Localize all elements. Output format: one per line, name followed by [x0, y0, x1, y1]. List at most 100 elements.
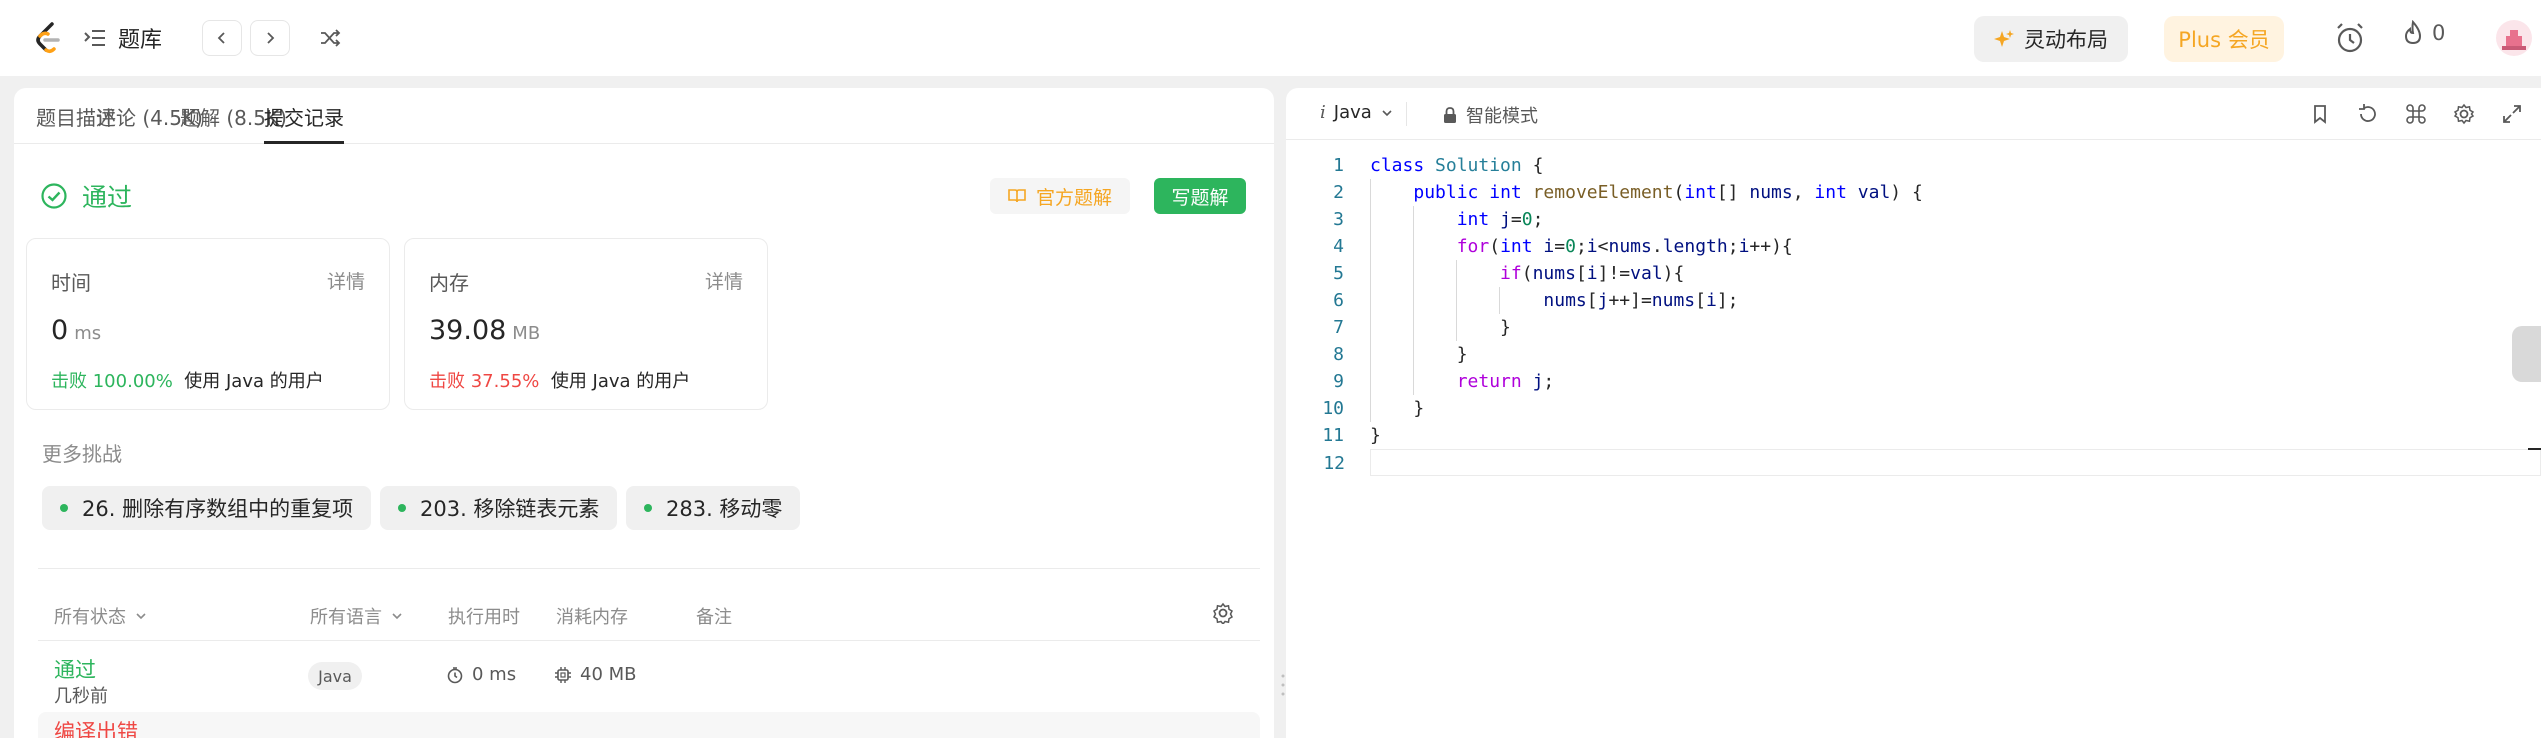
memory-beat-pct: 37.55%: [470, 371, 540, 392]
random-problem-button[interactable]: [314, 22, 346, 54]
code-line: 10 }: [1286, 395, 2541, 422]
fire-icon: [2402, 20, 2424, 46]
submission-runtime: 0 ms: [446, 664, 516, 685]
official-solution-label: 官方题解: [1035, 186, 1112, 209]
language-select[interactable]: i Java: [1320, 102, 1394, 123]
chevron-left-icon: [214, 30, 230, 46]
shuffle-icon: [318, 26, 342, 50]
reset-icon[interactable]: [2356, 102, 2380, 126]
challenge-chip[interactable]: 203. 移除链表元素: [380, 486, 618, 530]
chip-icon: [554, 666, 572, 684]
scrollbar-marker: [2528, 448, 2541, 450]
line-number: 5: [1333, 263, 1344, 284]
check-circle-icon: [40, 182, 68, 210]
leetcode-logo-icon[interactable]: [30, 20, 66, 56]
expand-icon[interactable]: [2500, 102, 2524, 126]
result-status-text: 通过: [82, 183, 133, 212]
memory-number: 39.08: [429, 315, 507, 346]
prev-problem-button[interactable]: [202, 20, 242, 56]
runtime-card: 时间 详情 0 ms 击败 100.00% 使用 Java 的用户: [26, 238, 390, 410]
dynamic-layout-button[interactable]: 灵动布局: [1974, 16, 2128, 62]
code-line: 1 class Solution {: [1286, 152, 2541, 179]
code-line: 9 return j;: [1286, 368, 2541, 395]
gear-icon[interactable]: [2452, 102, 2476, 126]
code-text: }: [1370, 425, 1381, 446]
runtime-header: 执行用时: [448, 607, 520, 628]
code-line: 5 if(nums[i]!=val){: [1286, 260, 2541, 287]
runtime-title: 时间: [51, 271, 91, 295]
status-filter-label: 所有状态: [54, 607, 126, 628]
challenge-label: 26. 删除有序数组中的重复项: [82, 497, 354, 521]
streak-counter[interactable]: 0: [2402, 20, 2445, 46]
lock-icon: [1442, 106, 1458, 124]
code-line: 2 public int removeElement(int[] nums, i…: [1286, 179, 2541, 206]
submission-status[interactable]: 通过: [54, 654, 96, 684]
runtime-beat-prefix: 击败: [51, 371, 87, 392]
current-code-line: 12: [1323, 449, 2541, 476]
avatar[interactable]: [2496, 20, 2532, 56]
editor-toolbar: i Java 智能模式: [1286, 88, 2541, 140]
challenge-label: 283. 移动零: [666, 497, 783, 521]
chevron-down-icon: [390, 609, 404, 623]
memory-detail-link[interactable]: 详情: [705, 267, 743, 294]
runtime-number: 0: [51, 315, 69, 346]
line-number: 9: [1333, 371, 1344, 392]
panel-tabs: 题目描述 评论 (4.5K) 题解 (8.5K) 提交记录: [14, 88, 1274, 144]
next-problem-button[interactable]: [250, 20, 290, 56]
write-solution-button[interactable]: 写题解: [1154, 178, 1246, 214]
list-icon: [82, 25, 108, 51]
code-text: for(int i=0;i<nums.length;i++){: [1456, 236, 1793, 257]
challenge-chip[interactable]: 26. 删除有序数组中的重复项: [42, 486, 372, 530]
alarm-icon[interactable]: [2332, 20, 2368, 56]
command-icon[interactable]: [2404, 102, 2428, 126]
memory-unit: MB: [512, 323, 541, 344]
submission-memory: 40 MB: [554, 664, 637, 685]
divider: [1406, 102, 1407, 126]
runtime-beat: 击败 100.00% 使用 Java 的用户: [51, 367, 324, 393]
code-text: nums[j++]=nums[i];: [1543, 290, 1739, 311]
line-number: 8: [1333, 344, 1344, 365]
code-area[interactable]: 1 class Solution { 2 public int removeEle…: [1286, 152, 2541, 476]
bookmark-icon[interactable]: [2308, 102, 2332, 126]
language-select-value: Java: [1333, 102, 1372, 123]
memory-value: 39.08 MB: [429, 315, 540, 346]
more-challenges-heading: 更多挑战: [42, 442, 122, 466]
challenge-label: 203. 移除链表元素: [420, 497, 600, 521]
problem-list-button[interactable]: 题库: [82, 22, 162, 54]
runtime-unit: ms: [74, 323, 102, 344]
code-line: 3 int j=0;: [1286, 206, 2541, 233]
sparkle-icon: [1994, 29, 2014, 49]
streak-count: 0: [2432, 21, 2446, 45]
challenge-chip[interactable]: 283. 移动零: [626, 486, 801, 530]
line-number: 12: [1323, 453, 1345, 474]
memory-beat-suffix: 使用 Java 的用户: [550, 371, 691, 392]
settings-icon[interactable]: [1212, 602, 1234, 624]
code-text: }: [1370, 398, 1425, 419]
code-line: 6 nums[j++]=nums[i];: [1286, 287, 2541, 314]
submission-status[interactable]: 编译出错: [54, 716, 138, 738]
line-number: 10: [1322, 398, 1344, 419]
language-filter[interactable]: 所有语言: [310, 603, 404, 629]
book-icon: [1008, 188, 1026, 204]
memory-title: 内存: [429, 271, 469, 295]
memory-beat: 击败 37.55% 使用 Java 的用户: [429, 367, 690, 393]
submission-memory-value: 40 MB: [580, 664, 637, 685]
top-navbar: 题库 灵动布局 Plus 会员 0: [0, 0, 2541, 76]
difficulty-dot: [398, 504, 406, 512]
status-filter[interactable]: 所有状态: [54, 603, 148, 629]
memory-header: 消耗内存: [556, 607, 628, 628]
clock-icon: [446, 666, 464, 684]
plus-member-button[interactable]: Plus 会员: [2164, 16, 2284, 62]
runtime-beat-pct: 100.00%: [92, 371, 173, 392]
tab-submissions[interactable]: 提交记录: [264, 102, 344, 144]
notes-header: 备注: [696, 607, 732, 628]
line-number: 7: [1333, 317, 1344, 338]
runtime-detail-link[interactable]: 详情: [327, 267, 365, 294]
code-text: }: [1370, 317, 1511, 338]
language-badge: Java: [308, 662, 362, 690]
table-row[interactable]: 编译出错: [38, 712, 1260, 738]
line-number: 6: [1333, 290, 1344, 311]
smart-mode-toggle[interactable]: 智能模式: [1442, 102, 1538, 128]
official-solution-button[interactable]: 官方题解: [990, 178, 1130, 214]
side-drawer-tab[interactable]: [2512, 326, 2541, 382]
